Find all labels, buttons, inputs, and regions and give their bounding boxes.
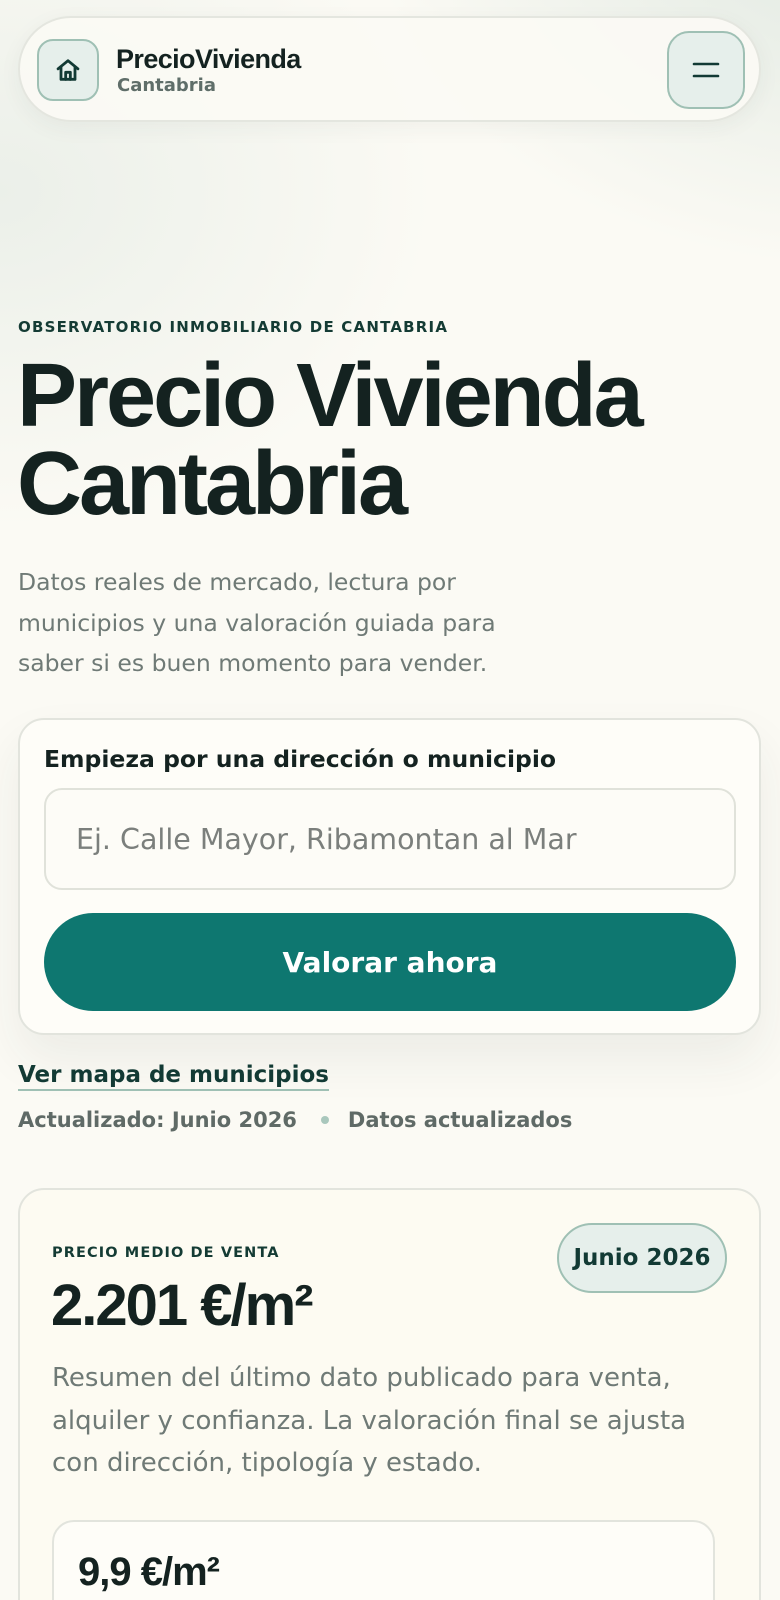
updated-date: Actualizado: Junio 2026 <box>18 1108 297 1132</box>
page-title-line-1: Precio Vivienda <box>17 346 644 446</box>
valorar-ahora-button[interactable]: Valorar ahora <box>44 913 736 1011</box>
period-badge: Junio 2026 <box>557 1223 727 1293</box>
brand-name[interactable]: PrecioVivienda <box>116 44 301 75</box>
hero-eyebrow: OBSERVATORIO INMOBILIARIO DE CANTABRIA <box>18 318 449 336</box>
home-icon <box>56 59 80 81</box>
average-price-card: PRECIO MEDIO DE VENTA Junio 2026 2.201 €… <box>18 1188 761 1600</box>
rent-price-card: 9,9 €/m² <box>52 1520 715 1600</box>
hero-description: Datos reales de mercado, lectura por mun… <box>18 568 496 677</box>
separator-dot <box>320 1116 329 1124</box>
menu-button[interactable] <box>667 31 745 109</box>
address-search-input[interactable] <box>44 788 736 890</box>
update-meta: Actualizado: Junio 2026 Datos actualizad… <box>18 1108 572 1132</box>
page-title-line-2: Cantabria <box>17 434 408 534</box>
average-price-value: 2.201 €/m² <box>51 1273 314 1338</box>
price-eyebrow: PRECIO MEDIO DE VENTA <box>52 1245 280 1261</box>
search-label: Empieza por una dirección o municipio <box>44 745 557 773</box>
page-title: Precio Vivienda Cantabria <box>17 351 757 529</box>
brand-region: Cantabria <box>117 75 216 96</box>
menu-icon <box>692 62 720 78</box>
site-header: PrecioVivienda Cantabria <box>18 16 761 122</box>
rent-price-value: 9,9 €/m² <box>78 1550 220 1594</box>
data-status: Datos actualizados <box>347 1108 573 1132</box>
home-button[interactable] <box>37 39 99 101</box>
price-description: Resumen del último dato publicado para v… <box>52 1363 687 1478</box>
municipality-map-link[interactable]: Ver mapa de municipios <box>18 1062 329 1091</box>
search-card: Empieza por una dirección o municipio Va… <box>18 718 761 1035</box>
